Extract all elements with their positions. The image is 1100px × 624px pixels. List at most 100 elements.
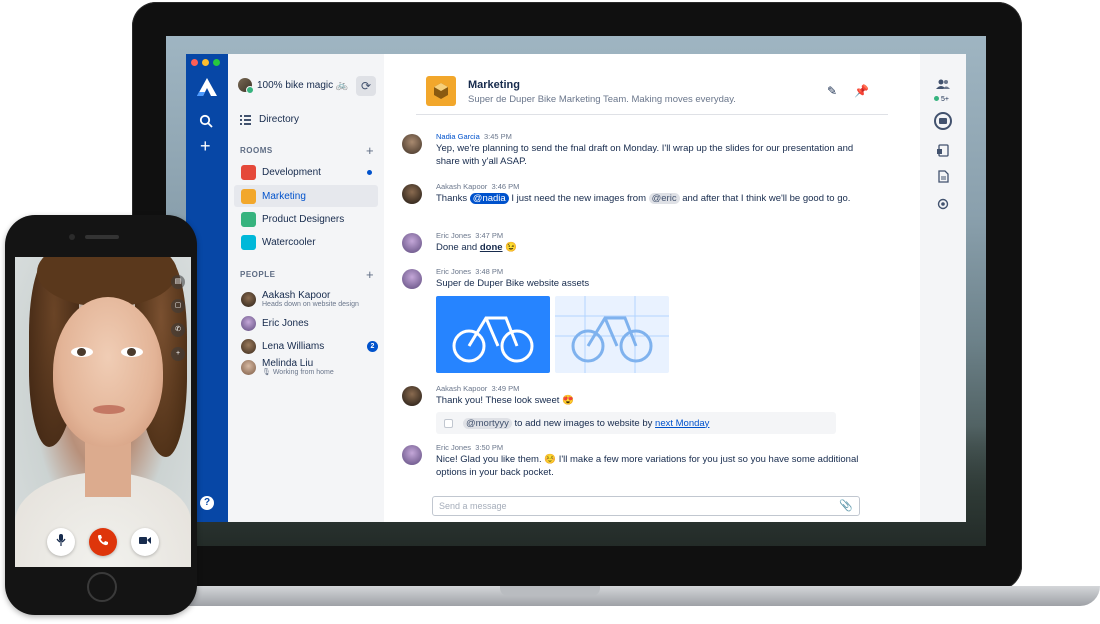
call-side-controls: ▤ ▢ ✆ + bbox=[171, 275, 185, 361]
room-cube-icon bbox=[434, 83, 448, 99]
app-window: + ? 100% bike magic 🚲 ⟳ Directory ROOMS … bbox=[186, 54, 966, 522]
unread-dot bbox=[367, 169, 372, 175]
avatar bbox=[402, 233, 422, 253]
sidebar-item-development[interactable]: Development bbox=[234, 161, 378, 183]
avatar bbox=[241, 292, 256, 307]
settings-icon[interactable] bbox=[934, 198, 952, 213]
message-time: 3:49 PM bbox=[491, 384, 520, 393]
message-author[interactable]: Eric Jones bbox=[436, 443, 471, 452]
message-author[interactable]: Eric Jones bbox=[436, 267, 471, 276]
caller-face bbox=[53, 297, 163, 447]
minimize-window-button[interactable] bbox=[202, 59, 209, 66]
sidebar-item-marketing[interactable]: Marketing bbox=[234, 185, 378, 207]
mention-chip[interactable]: @eric bbox=[648, 193, 680, 204]
team-header[interactable]: 100% bike magic 🚲 bbox=[238, 78, 348, 94]
image-attachment[interactable] bbox=[555, 296, 669, 373]
mute-microphone-button[interactable] bbox=[47, 528, 75, 556]
message-time: 3:47 PM bbox=[475, 231, 504, 240]
person-status: Heads down on website design bbox=[262, 301, 359, 308]
switch-team-icon[interactable]: ⟳ bbox=[356, 76, 376, 96]
directory-icon bbox=[240, 114, 251, 125]
image-attachment[interactable] bbox=[436, 296, 550, 373]
message-author[interactable]: Nadia Garcia bbox=[436, 132, 480, 141]
sidebar-item-eric-jones[interactable]: Eric Jones bbox=[241, 316, 377, 331]
message-time: 3:45 PM bbox=[483, 132, 512, 141]
sidebar-item-lena-williams[interactable]: Lena Williams 2 bbox=[241, 339, 378, 354]
add-person-icon[interactable]: + bbox=[366, 268, 374, 281]
phone-frame: ▤ ▢ ✆ + bbox=[5, 215, 197, 615]
message-text-bold: done bbox=[479, 242, 503, 253]
chat-icon[interactable]: ▤ bbox=[171, 275, 185, 289]
front-camera bbox=[69, 234, 75, 240]
message-text: Thank you! These look sweet 😍 bbox=[436, 395, 574, 406]
document-icon[interactable] bbox=[934, 170, 952, 186]
message-author[interactable]: Aakash Kapoor bbox=[436, 182, 487, 191]
room-topic: Super de Duper Bike Marketing Team. Maki… bbox=[468, 94, 736, 105]
sidebar-item-melinda-liu[interactable]: Melinda Liu 🎙 Working from home bbox=[241, 358, 377, 377]
product-logo-icon[interactable] bbox=[197, 78, 217, 96]
call-controls bbox=[15, 517, 191, 567]
maximize-window-button[interactable] bbox=[213, 59, 220, 66]
user-avatar bbox=[238, 78, 254, 94]
message-text-part: I just need the new images from bbox=[511, 193, 646, 204]
room-icon bbox=[241, 234, 256, 250]
lock-icon[interactable]: ▢ bbox=[171, 299, 185, 313]
action-item: @mortyyy to add new images to website by… bbox=[436, 412, 836, 434]
directory-label: Directory bbox=[259, 114, 300, 125]
person-name: Melinda Liu bbox=[262, 358, 314, 369]
message-input[interactable]: Send a message 📎 bbox=[432, 496, 860, 516]
message-text: Yep, we're planning to send the fnal dra… bbox=[436, 143, 854, 167]
message-text-part: Thanks bbox=[436, 193, 468, 204]
pin-icon[interactable]: 📌 bbox=[854, 84, 869, 98]
add-room-icon[interactable]: + bbox=[366, 144, 374, 157]
message-input-placeholder: Send a message bbox=[439, 501, 507, 511]
room-icon bbox=[241, 188, 256, 204]
caller-eye bbox=[121, 347, 143, 357]
task-checkbox[interactable] bbox=[444, 418, 453, 428]
message-text: Thanks @nadia I just need the new images… bbox=[436, 192, 866, 205]
message: Nadia Garcia 3:45 PM Yep, we're planning… bbox=[402, 132, 866, 168]
edit-icon[interactable]: ✎ bbox=[827, 84, 837, 98]
avatar bbox=[241, 339, 256, 354]
wink-emoji: 😉 bbox=[505, 242, 518, 253]
date-link[interactable]: next Monday bbox=[655, 418, 709, 429]
create-icon[interactable]: + bbox=[200, 137, 211, 155]
caller-lips bbox=[93, 405, 125, 414]
end-call-button[interactable] bbox=[89, 528, 117, 556]
attach-icon[interactable]: 📎 bbox=[839, 497, 853, 515]
help-icon[interactable]: ? bbox=[200, 496, 214, 510]
bike-image bbox=[452, 316, 534, 363]
message: Eric Jones 3:48 PM Super de Duper Bike w… bbox=[402, 267, 866, 290]
sidebar-item-watercooler[interactable]: Watercooler bbox=[234, 231, 378, 253]
mention-chip[interactable]: @mortyyy bbox=[463, 417, 512, 429]
participants-icon[interactable] bbox=[934, 78, 952, 93]
message-author[interactable]: Eric Jones bbox=[436, 231, 471, 240]
close-window-button[interactable] bbox=[191, 59, 198, 66]
message: Eric Jones 3:50 PM Nice! Glad you like t… bbox=[402, 443, 866, 479]
header-divider bbox=[416, 114, 888, 115]
room-label: Marketing bbox=[262, 190, 306, 202]
sidebar: 100% bike magic 🚲 ⟳ Directory ROOMS + De… bbox=[228, 54, 384, 522]
sidebar-item-product-designers[interactable]: Product Designers bbox=[234, 208, 378, 230]
message-text-part: Done and bbox=[436, 242, 478, 253]
message-text: Super de Duper Bike website assets bbox=[436, 278, 590, 289]
message-author[interactable]: Aakash Kapoor bbox=[436, 384, 487, 393]
sidebar-item-directory[interactable]: Directory bbox=[240, 114, 299, 125]
message-text: Done and done 😉 bbox=[436, 241, 866, 254]
room-label: Watercooler bbox=[262, 236, 316, 248]
search-icon[interactable] bbox=[199, 114, 213, 132]
video-call-icon[interactable] bbox=[934, 112, 952, 130]
mention-chip[interactable]: @nadia bbox=[469, 193, 509, 204]
participants-count: 5+ bbox=[934, 96, 949, 103]
person-name: Lena Williams bbox=[262, 341, 325, 352]
sidebar-item-aakash-kapoor[interactable]: Aakash Kapoor Heads down on website desi… bbox=[241, 290, 377, 309]
files-icon[interactable] bbox=[934, 144, 952, 160]
phone-icon[interactable]: ✆ bbox=[171, 323, 185, 337]
avatar bbox=[241, 360, 256, 375]
home-button[interactable] bbox=[87, 572, 117, 602]
room-label: Product Designers bbox=[262, 213, 345, 225]
add-person-icon[interactable]: + bbox=[171, 347, 185, 361]
toggle-camera-button[interactable] bbox=[131, 528, 159, 556]
room-icon bbox=[241, 211, 256, 227]
avatar bbox=[241, 316, 256, 331]
